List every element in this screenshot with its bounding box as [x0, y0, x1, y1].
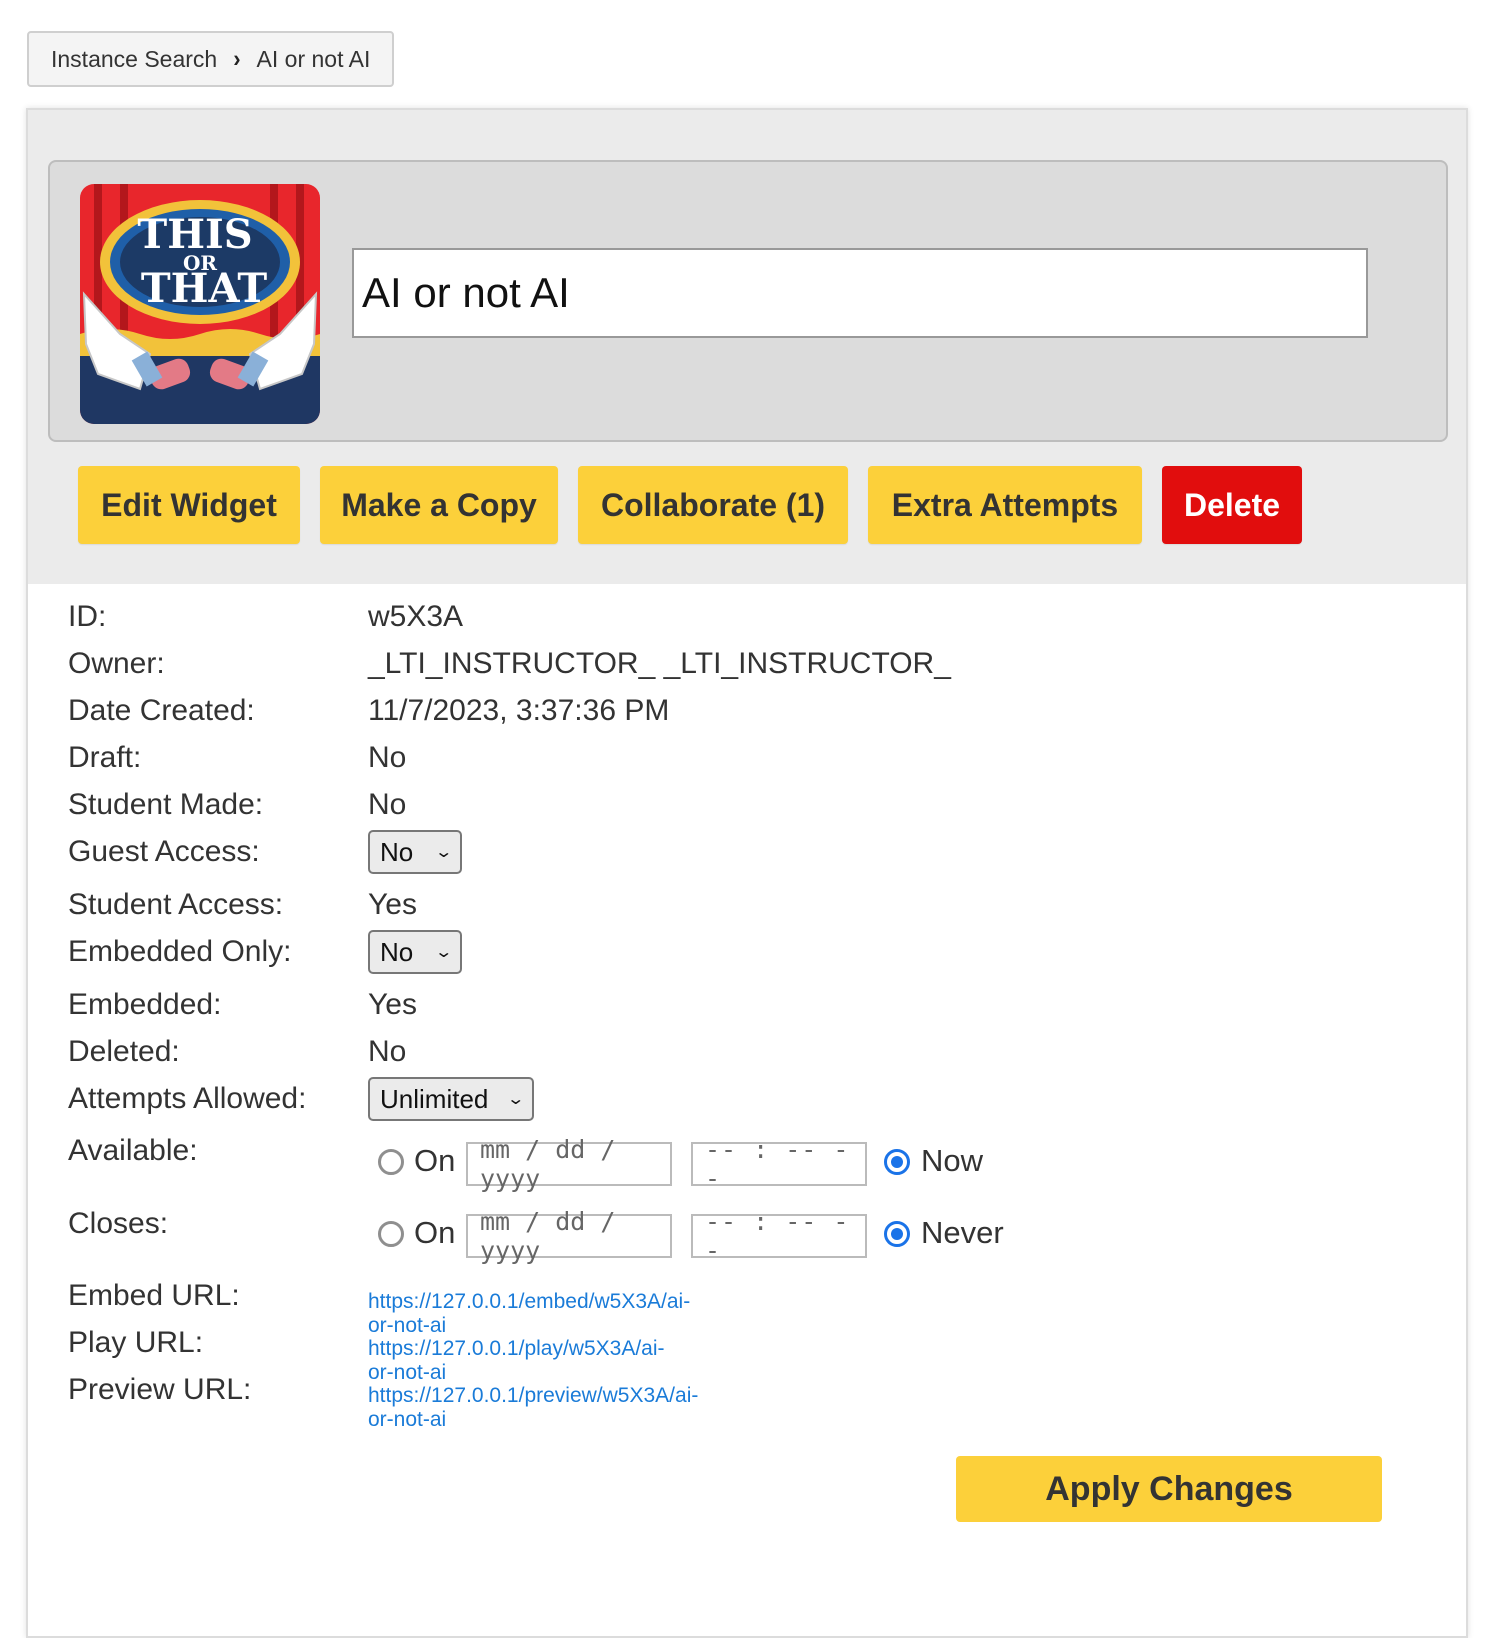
- guest-access-select[interactable]: No ⌄: [368, 830, 462, 874]
- id-value: w5X3A: [368, 600, 464, 633]
- widget-icon: THIS OR THAT: [80, 184, 320, 424]
- embed-url-link[interactable]: https://127.0.0.1/embed/w5X3A/ai-or-not-…: [368, 1290, 690, 1338]
- chevron-down-icon: ⌄: [433, 944, 453, 961]
- instance-title-box: THIS OR THAT: [48, 160, 1448, 442]
- attempts-allowed-label: Attempts Allowed:: [68, 1082, 307, 1115]
- preview-url-label: Preview URL:: [68, 1373, 252, 1406]
- student-made-label: Student Made:: [68, 788, 264, 821]
- apply-changes-button[interactable]: Apply Changes: [956, 1456, 1382, 1522]
- available-now-label: Now: [921, 1143, 984, 1178]
- embedded-only-selected: No: [380, 936, 414, 967]
- play-url-link[interactable]: https://127.0.0.1/play/w5X3A/ai-or-not-a…: [368, 1337, 665, 1385]
- deleted-value: No: [368, 1035, 407, 1068]
- svg-text:THAT: THAT: [141, 265, 267, 312]
- available-time-input[interactable]: -- : -- --: [691, 1135, 867, 1193]
- closes-label: Closes:: [68, 1207, 169, 1240]
- available-now-radio[interactable]: [884, 1149, 910, 1175]
- available-date-input[interactable]: mm / dd / yyyy: [466, 1135, 672, 1193]
- closes-never-label: Never: [921, 1215, 1004, 1250]
- available-label: Available:: [68, 1134, 198, 1167]
- guest-access-selected: No: [380, 836, 414, 867]
- student-access-label: Student Access:: [68, 888, 284, 921]
- embedded-only-select[interactable]: No ⌄: [368, 930, 462, 974]
- collaborate-button[interactable]: Collaborate (1): [578, 466, 848, 544]
- instance-title-input[interactable]: [352, 248, 1368, 338]
- extra-attempts-button[interactable]: Extra Attempts: [868, 466, 1142, 544]
- draft-value: No: [368, 741, 407, 774]
- deleted-label: Deleted:: [68, 1035, 180, 1068]
- breadcrumb-instance-search-link[interactable]: Instance Search: [51, 46, 217, 73]
- closes-on-radio[interactable]: [378, 1221, 404, 1247]
- action-buttons: Edit Widget Make a Copy Collaborate (1) …: [78, 466, 1302, 544]
- embedded-only-label: Embedded Only:: [68, 935, 292, 968]
- date-created-value: 11/7/2023, 3:37:36 PM: [368, 694, 670, 727]
- owner-label: Owner:: [68, 647, 165, 680]
- closes-time-input[interactable]: -- : -- --: [691, 1207, 867, 1265]
- id-label: ID:: [68, 600, 107, 633]
- edit-widget-button[interactable]: Edit Widget: [78, 466, 300, 544]
- date-created-label: Date Created:: [68, 694, 255, 727]
- chevron-down-icon: ⌄: [433, 844, 453, 861]
- draft-label: Draft:: [68, 741, 142, 774]
- breadcrumb: Instance Search › AI or not AI: [27, 31, 395, 87]
- breadcrumb-current: AI or not AI: [256, 45, 371, 72]
- attempts-allowed-selected: Unlimited: [380, 1083, 489, 1114]
- closes-never-radio[interactable]: [884, 1221, 910, 1247]
- chevron-right-icon: ›: [233, 44, 241, 73]
- this-or-that-logo-icon: THIS OR THAT: [80, 184, 320, 424]
- embedded-value: Yes: [368, 988, 417, 1021]
- guest-access-label: Guest Access:: [68, 835, 260, 868]
- play-url-label: Play URL:: [68, 1326, 204, 1359]
- student-access-value: Yes: [368, 888, 417, 921]
- make-copy-button[interactable]: Make a Copy: [320, 466, 558, 544]
- delete-button[interactable]: Delete: [1162, 466, 1302, 544]
- closes-on-label: On: [414, 1215, 456, 1250]
- student-made-value: No: [368, 788, 407, 821]
- instance-panel: THIS OR THAT AI or not AI Edit Widget Ma…: [26, 108, 1468, 1638]
- available-on-radio[interactable]: [378, 1149, 404, 1175]
- instance-header-area: THIS OR THAT AI or not AI Edit Widget Ma…: [28, 110, 1466, 584]
- attempts-allowed-select[interactable]: Unlimited ⌄: [368, 1077, 534, 1121]
- owner-value: _LTI_INSTRUCTOR_ _LTI_INSTRUCTOR_: [368, 647, 951, 680]
- chevron-down-icon: ⌄: [505, 1091, 525, 1108]
- embed-url-label: Embed URL:: [68, 1279, 240, 1312]
- closes-date-input[interactable]: mm / dd / yyyy: [466, 1207, 672, 1265]
- embedded-label: Embedded:: [68, 988, 222, 1021]
- available-on-label: On: [414, 1143, 456, 1178]
- preview-url-link[interactable]: https://127.0.0.1/preview/w5X3A/ai-or-no…: [368, 1384, 698, 1432]
